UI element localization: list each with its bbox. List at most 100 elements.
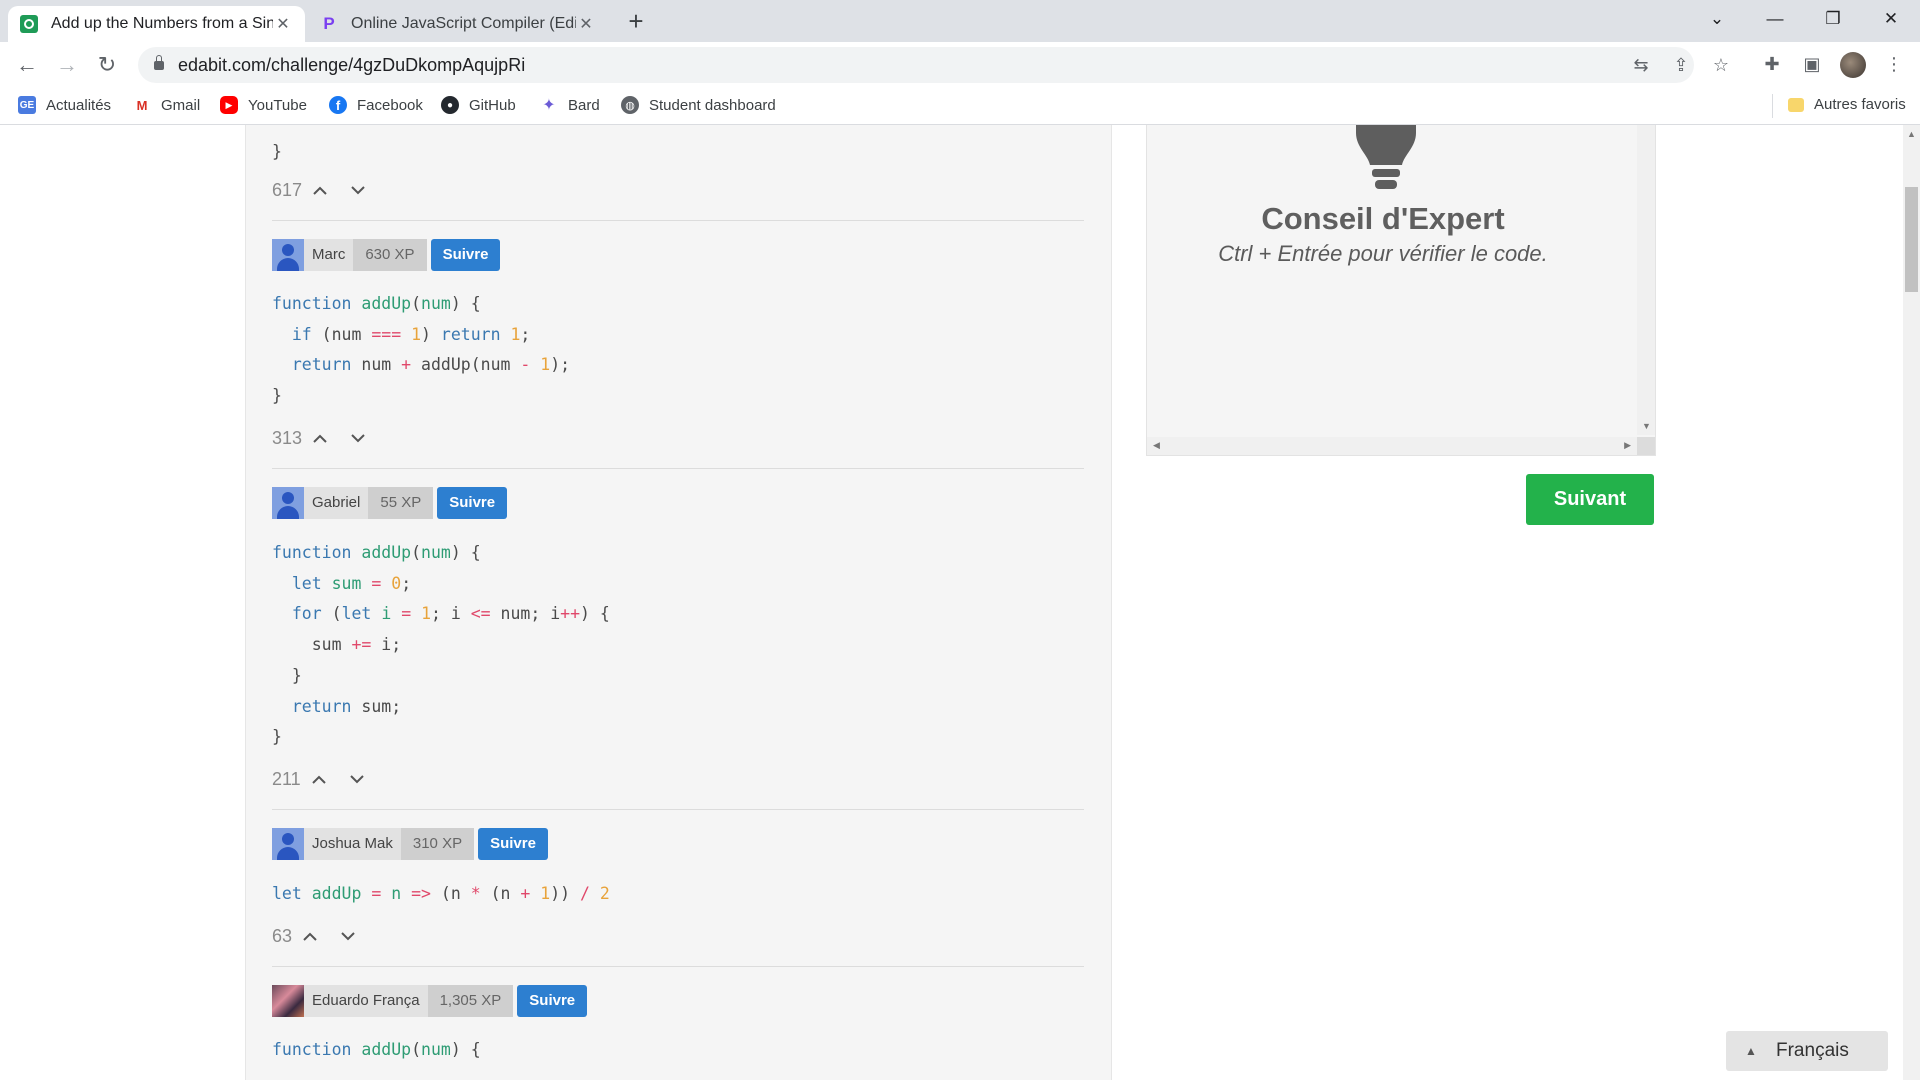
xp-badge: 1,305 XP <box>427 985 514 1017</box>
downvote-icon[interactable] <box>346 181 370 201</box>
new-tab-button[interactable]: + <box>620 6 652 38</box>
downvote-icon[interactable] <box>345 770 369 790</box>
user-row: Eduardo França 1,305 XP Suivre <box>272 985 588 1017</box>
username[interactable]: Joshua Mak <box>304 828 401 860</box>
code-block: function addUp(num) { let sum = 0; for (… <box>272 543 610 747</box>
expert-tip-panel: Conseil d'Expert Ctrl + Entrée pour véri… <box>1146 125 1656 456</box>
tip-title: Conseil d'Expert <box>1261 201 1505 236</box>
extensions-icon[interactable]: ✚ <box>1758 50 1786 78</box>
scrollbar-thumb[interactable] <box>1905 187 1918 292</box>
close-tab-icon[interactable]: ✕ <box>576 14 596 34</box>
bookmark-youtube[interactable]: ▶ YouTube <box>220 96 307 114</box>
github-icon: ● <box>441 96 459 114</box>
vote-row: 313 <box>272 428 370 449</box>
vote-count: 211 <box>272 769 301 789</box>
tab-js-compiler[interactable]: P Online JavaScript Compiler (Editor) ✕ <box>308 6 608 42</box>
divider <box>272 809 1084 810</box>
lightbulb-icon <box>1356 125 1416 189</box>
edabit-favicon <box>20 15 38 33</box>
upvote-icon[interactable] <box>308 429 332 449</box>
bookmark-student-dashboard[interactable]: ◍ Student dashboard <box>621 96 776 114</box>
username[interactable]: Gabriel <box>304 487 369 519</box>
more-menu-icon[interactable]: ⋮ <box>1880 50 1908 78</box>
panel-horizontal-scrollbar[interactable]: ◀ ▶ <box>1147 437 1637 455</box>
follow-button[interactable]: Suivre <box>517 985 588 1017</box>
translate-icon[interactable]: ⇆ <box>1630 54 1652 76</box>
programiz-favicon: P <box>323 14 335 33</box>
bookmark-actualites[interactable]: GE Actualités <box>18 96 111 114</box>
bard-icon: ✦ <box>542 97 556 114</box>
reload-icon[interactable]: ↻ <box>92 50 122 80</box>
upvote-icon[interactable] <box>307 770 331 790</box>
tab-title: Online JavaScript Compiler (Editor) <box>351 15 576 32</box>
language-selector[interactable]: ▲ Français <box>1726 1031 1888 1071</box>
avatar[interactable] <box>272 239 304 271</box>
code-block: } <box>272 142 282 161</box>
share-icon[interactable]: ⇪ <box>1670 54 1692 76</box>
username[interactable]: Marc <box>304 239 354 271</box>
follow-button[interactable]: Suivre <box>478 828 548 860</box>
downvote-icon[interactable] <box>346 429 370 449</box>
globe-icon: ◍ <box>621 96 639 114</box>
upvote-icon[interactable] <box>308 181 332 201</box>
vote-row: 211 <box>272 769 369 790</box>
back-arrow-icon[interactable]: ← <box>12 50 42 80</box>
scroll-down-arrow-icon[interactable]: ▼ <box>1642 421 1651 431</box>
tab-edabit[interactable]: Add up the Numbers from a Single ✕ <box>8 6 305 42</box>
divider <box>272 966 1084 967</box>
gmail-icon: M <box>136 97 148 113</box>
bookmark-gmail[interactable]: M Gmail <box>133 96 201 114</box>
xp-badge: 310 XP <box>400 828 475 860</box>
divider <box>272 468 1084 469</box>
scroll-left-arrow-icon[interactable]: ◀ <box>1153 440 1160 451</box>
xp-badge: 55 XP <box>368 487 434 519</box>
side-panel-icon[interactable]: ▣ <box>1798 50 1826 78</box>
profile-avatar[interactable] <box>1840 52 1866 78</box>
vote-count: 313 <box>272 428 303 448</box>
minimize-icon[interactable]: — <box>1746 0 1804 38</box>
code-block: let addUp = n => (n * (n + 1)) / 2 <box>272 884 610 903</box>
restore-icon[interactable]: ❐ <box>1804 0 1862 38</box>
tab-search-icon[interactable]: ⌄ <box>1688 0 1746 38</box>
forward-arrow-icon[interactable]: → <box>52 50 82 80</box>
user-row: Joshua Mak 310 XP Suivre <box>272 828 548 860</box>
news-icon: GE <box>18 96 36 114</box>
avatar[interactable] <box>272 828 304 860</box>
avatar[interactable] <box>272 487 304 519</box>
panel-vertical-scrollbar[interactable]: ▼ <box>1637 125 1655 435</box>
user-row: Gabriel 55 XP Suivre <box>272 487 508 519</box>
star-icon[interactable]: ☆ <box>1710 54 1732 76</box>
user-row: Marc 630 XP Suivre <box>272 239 501 271</box>
bookmarks-bar: GE Actualités M Gmail ▶ YouTube f Facebo… <box>0 88 1920 125</box>
url-text[interactable]: edabit.com/challenge/4gzDuDkompAqujpRi <box>178 55 525 76</box>
follow-button[interactable]: Suivre <box>430 239 501 271</box>
lock-icon[interactable] <box>154 55 164 70</box>
follow-button[interactable]: Suivre <box>437 487 508 519</box>
vote-row: 617 <box>272 180 370 201</box>
code-block: function addUp(num) { <box>272 1040 481 1059</box>
solutions-list: } 617 Marc 630 XP Suivre function addUp(… <box>245 125 1112 1080</box>
bookmark-other-favorites[interactable]: Autres favoris <box>1788 96 1906 113</box>
downvote-icon[interactable] <box>336 927 360 947</box>
address-bar[interactable]: edabit.com/challenge/4gzDuDkompAqujpRi ⇆… <box>138 47 1729 83</box>
tab-strip: Add up the Numbers from a Single ✕ P Onl… <box>0 0 1920 42</box>
xp-badge: 630 XP <box>353 239 427 271</box>
divider <box>272 220 1084 221</box>
avatar[interactable] <box>272 985 304 1017</box>
folder-icon <box>1788 97 1804 112</box>
bookmarks-separator <box>1772 94 1773 118</box>
bookmark-facebook[interactable]: f Facebook <box>329 96 423 114</box>
scroll-right-arrow-icon[interactable]: ▶ <box>1624 440 1631 451</box>
close-window-icon[interactable]: ✕ <box>1862 0 1920 38</box>
page-scrollbar[interactable]: ▲ <box>1903 125 1920 1080</box>
youtube-icon: ▶ <box>220 96 238 114</box>
bookmark-github[interactable]: ● GitHub <box>441 96 516 114</box>
close-tab-icon[interactable]: ✕ <box>273 14 293 34</box>
username[interactable]: Eduardo França <box>304 985 428 1017</box>
scroll-up-arrow-icon[interactable]: ▲ <box>1907 129 1916 139</box>
tip-text: Ctrl + Entrée pour vérifier le code. <box>1218 241 1548 266</box>
upvote-icon[interactable] <box>298 927 322 947</box>
bookmark-bard[interactable]: ✦ Bard <box>540 96 599 115</box>
next-button[interactable]: Suivant <box>1526 474 1654 525</box>
vote-row: 63 <box>272 926 360 947</box>
